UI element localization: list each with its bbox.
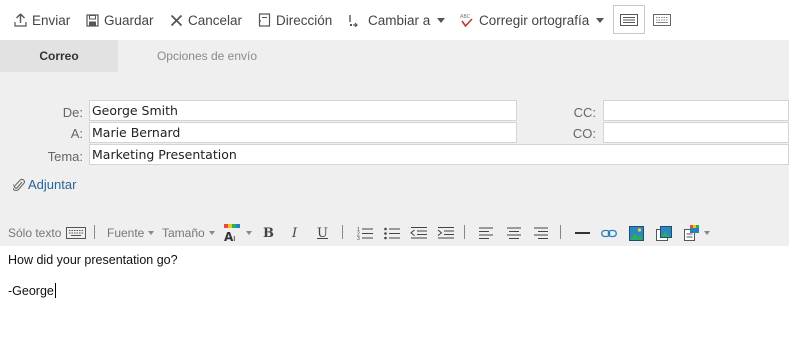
font-label: Fuente [107, 226, 145, 240]
horizontal-rule-button[interactable] [575, 224, 590, 242]
divider [464, 225, 465, 239]
align-center-button[interactable] [507, 224, 521, 242]
divider [342, 225, 343, 239]
view-layout-button-1[interactable] [613, 5, 645, 34]
chevron-down-icon [437, 17, 446, 23]
chevron-down-icon [704, 231, 710, 235]
text-color-icon: Aı [224, 224, 240, 242]
compose-tabs: Correo Opciones de envío [0, 40, 789, 72]
image-icon [629, 225, 644, 241]
save-icon [86, 13, 99, 27]
bold-icon: B [263, 225, 274, 241]
send-icon [14, 13, 27, 27]
chevron-down-icon [208, 231, 215, 235]
decrease-indent-button[interactable] [410, 224, 427, 242]
align-left-icon [479, 227, 493, 239]
cc-field[interactable] [603, 100, 789, 121]
subject-field[interactable]: Marketing Presentation [89, 144, 789, 165]
plain-text-label: Sólo texto [8, 226, 62, 240]
align-center-icon [507, 227, 521, 239]
from-label: De: [62, 105, 83, 120]
cancel-button[interactable]: Cancelar [170, 10, 242, 30]
text-color-button[interactable]: Aı [224, 224, 252, 242]
send-button[interactable]: Enviar [14, 10, 70, 30]
address-book-icon [258, 13, 271, 27]
bcc-label: CO: [572, 126, 596, 141]
chevron-down-icon [596, 17, 605, 23]
send-label: Enviar [32, 12, 71, 28]
view-layout-button-2[interactable] [646, 5, 678, 34]
chevron-down-icon [148, 231, 155, 235]
switch-to-dropdown[interactable]: Cambiar a [348, 10, 446, 30]
switch-format-icon [349, 15, 358, 27]
outdent-icon [410, 227, 427, 239]
bullet-list-button[interactable] [384, 224, 400, 242]
svg-text:3: 3 [357, 236, 360, 240]
divider [560, 225, 561, 239]
spellcheck-icon: ABC [460, 14, 473, 27]
bold-button[interactable]: B [263, 224, 274, 242]
align-right-icon [534, 227, 548, 239]
chevron-down-icon [246, 231, 252, 235]
save-button[interactable]: Guardar [86, 10, 154, 30]
font-dropdown[interactable]: Fuente [107, 224, 155, 242]
increase-indent-button[interactable] [437, 224, 454, 242]
format-toolbar: Sólo texto Fuente Tamaño Aı B I U 123 [0, 220, 789, 246]
link-icon [601, 229, 617, 237]
underline-button[interactable]: U [317, 224, 328, 242]
bullet-list-icon [384, 227, 400, 240]
italic-button[interactable]: I [292, 224, 297, 242]
divider [94, 225, 95, 239]
align-right-button[interactable] [534, 224, 548, 242]
layout-icon [620, 13, 638, 26]
insert-inline-image-button[interactable] [656, 224, 672, 242]
save-label: Guardar [104, 12, 154, 28]
cc-label: CC: [573, 105, 596, 120]
to-field[interactable]: Marie Bernard [89, 122, 517, 143]
align-left-button[interactable] [479, 224, 493, 242]
keyboard-icon [66, 227, 87, 239]
message-body-editor[interactable]: How did your presentation go? -George [0, 246, 789, 362]
spellcheck-dropdown[interactable]: ABC Corregir ortografía [460, 10, 605, 30]
to-label: A: [70, 126, 83, 141]
attach-link[interactable]: Adjuntar [13, 177, 76, 192]
svg-text:ı: ı [233, 234, 236, 242]
numbered-list-button[interactable]: 123 [357, 224, 373, 242]
signature-icon [684, 225, 699, 241]
from-field[interactable]: George Smith [89, 100, 517, 121]
spellcheck-label: Corregir ortografía [479, 12, 590, 28]
size-dropdown[interactable]: Tamaño [162, 224, 215, 242]
tab-send-options[interactable]: Opciones de envío [118, 40, 296, 72]
horizontal-rule-icon [575, 232, 590, 234]
body-line: How did your presentation go? [8, 253, 178, 267]
insert-signature-dropdown[interactable] [684, 224, 710, 242]
italic-icon: I [292, 225, 298, 241]
subject-label: Tema: [47, 149, 83, 164]
svg-text:ABC: ABC [460, 14, 471, 20]
size-label: Tamaño [162, 226, 205, 240]
address-book-label: Dirección [276, 12, 333, 28]
insert-image-button[interactable] [629, 224, 644, 242]
bcc-field[interactable] [603, 122, 789, 143]
close-icon [170, 14, 183, 26]
underline-icon: U [317, 225, 328, 241]
body-line-signature: -George [8, 283, 56, 298]
keyboard-icon [653, 13, 671, 26]
compose-toolbar: Enviar Guardar Cancelar Dirección Cambia… [0, 0, 789, 40]
switch-to-label: Cambiar a [368, 12, 431, 28]
attach-label: Adjuntar [28, 177, 77, 192]
tab-mail[interactable]: Correo [0, 40, 118, 72]
paperclip-icon [13, 178, 25, 191]
cancel-label: Cancelar [188, 12, 243, 28]
text-cursor [54, 283, 56, 298]
numbered-list-icon: 123 [357, 227, 373, 240]
plain-text-toggle[interactable]: Sólo texto [8, 224, 87, 242]
body-signature-text: -George [8, 284, 54, 298]
insert-link-button[interactable] [601, 224, 617, 242]
inline-image-icon [656, 225, 672, 241]
indent-icon [437, 227, 454, 239]
address-book-button[interactable]: Dirección [258, 10, 332, 30]
